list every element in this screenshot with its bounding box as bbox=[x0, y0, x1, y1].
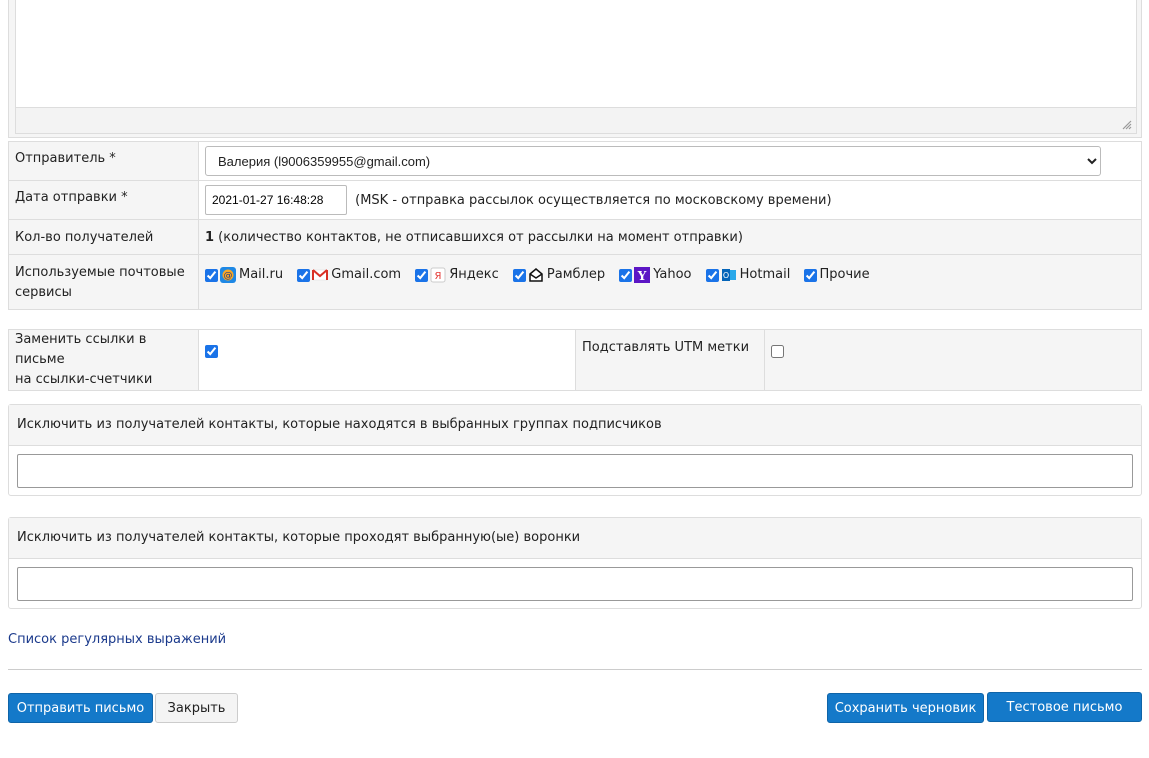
svg-text:@: @ bbox=[224, 271, 233, 281]
recipients-note: (количество контактов, не отписавшихся о… bbox=[214, 230, 743, 245]
regex-list-link[interactable]: Список регулярных выражений bbox=[8, 632, 226, 647]
close-button[interactable]: Закрыть bbox=[155, 693, 238, 723]
exclude-groups-panel: Исключить из получателей контакты, котор… bbox=[8, 404, 1142, 496]
svg-text:Я: Я bbox=[435, 271, 442, 282]
utm-label: Подставлять UTM метки bbox=[575, 329, 765, 391]
service-yandex-checkbox[interactable] bbox=[415, 268, 429, 282]
mail-services-list: @ Mail.ru Gmail.com Я Яндекс Рамблер Y Y… bbox=[198, 254, 1142, 310]
editor-status-bar bbox=[15, 108, 1137, 134]
recipients-label: Кол-во получателей bbox=[8, 219, 199, 255]
gmail-icon bbox=[312, 269, 329, 281]
recipients-value: 1 (количество контактов, не отписавшихся… bbox=[198, 219, 1142, 255]
service-gmail[interactable]: Gmail.com bbox=[297, 265, 401, 285]
replace-links-checkbox[interactable] bbox=[205, 345, 218, 358]
yandex-icon: Я bbox=[430, 267, 446, 283]
message-editor bbox=[8, 0, 1142, 138]
service-rambler[interactable]: Рамблер bbox=[512, 265, 605, 285]
save-draft-button[interactable]: Сохранить черновик bbox=[827, 693, 984, 723]
send-date-label: Дата отправки * bbox=[8, 180, 199, 220]
service-yahoo-checkbox[interactable] bbox=[619, 268, 633, 282]
service-mailru[interactable]: @ Mail.ru bbox=[205, 265, 283, 285]
hotmail-icon: O bbox=[721, 269, 736, 281]
service-yandex[interactable]: Я Яндекс bbox=[415, 265, 499, 285]
send-date-input[interactable] bbox=[205, 185, 347, 215]
replace-links-label: Заменить ссылки в письме на ссылки-счетч… bbox=[8, 329, 199, 391]
sender-label: Отправитель * bbox=[8, 141, 199, 181]
svg-text:O: O bbox=[723, 271, 729, 280]
service-rambler-checkbox[interactable] bbox=[512, 268, 526, 282]
exclude-funnels-label: Исключить из получателей контакты, котор… bbox=[9, 518, 1141, 559]
mailing-settings-table: Отправитель * Валерия (l9006359955@gmail… bbox=[8, 141, 1142, 310]
editor-content-area[interactable] bbox=[15, 0, 1137, 108]
mailru-icon: @ bbox=[220, 267, 236, 283]
exclude-funnels-input[interactable] bbox=[17, 567, 1133, 601]
sender-select[interactable]: Валерия (l9006359955@gmail.com) bbox=[205, 146, 1101, 176]
send-message-button[interactable]: Отправить письмо bbox=[8, 693, 153, 723]
svg-text:Y: Y bbox=[637, 269, 647, 283]
exclude-groups-input[interactable] bbox=[17, 454, 1133, 488]
service-hotmail[interactable]: O Hotmail bbox=[705, 265, 790, 285]
service-gmail-checkbox[interactable] bbox=[297, 268, 311, 282]
service-yahoo[interactable]: Y Yahoo bbox=[619, 265, 692, 285]
link-options-table: Заменить ссылки в письме на ссылки-счетч… bbox=[8, 329, 1142, 391]
service-other-checkbox[interactable] bbox=[804, 268, 818, 282]
recipients-count: 1 bbox=[205, 230, 215, 245]
service-other[interactable]: Прочие bbox=[804, 265, 870, 285]
test-message-button[interactable]: Тестовое письмо bbox=[987, 692, 1142, 722]
mail-services-label: Используемые почтовые сервисы bbox=[8, 254, 199, 310]
service-mailru-checkbox[interactable] bbox=[205, 268, 218, 282]
utm-checkbox[interactable] bbox=[771, 345, 784, 358]
yahoo-icon: Y bbox=[634, 267, 651, 283]
exclude-groups-label: Исключить из получателей контакты, котор… bbox=[9, 405, 1141, 446]
service-hotmail-checkbox[interactable] bbox=[705, 268, 719, 282]
rambler-icon bbox=[529, 268, 543, 282]
send-date-note: (MSK - отправка рассылок осуществляется … bbox=[355, 192, 832, 208]
exclude-funnels-panel: Исключить из получателей контакты, котор… bbox=[8, 517, 1142, 609]
resize-handle-icon[interactable] bbox=[1122, 120, 1132, 130]
divider bbox=[8, 669, 1142, 670]
